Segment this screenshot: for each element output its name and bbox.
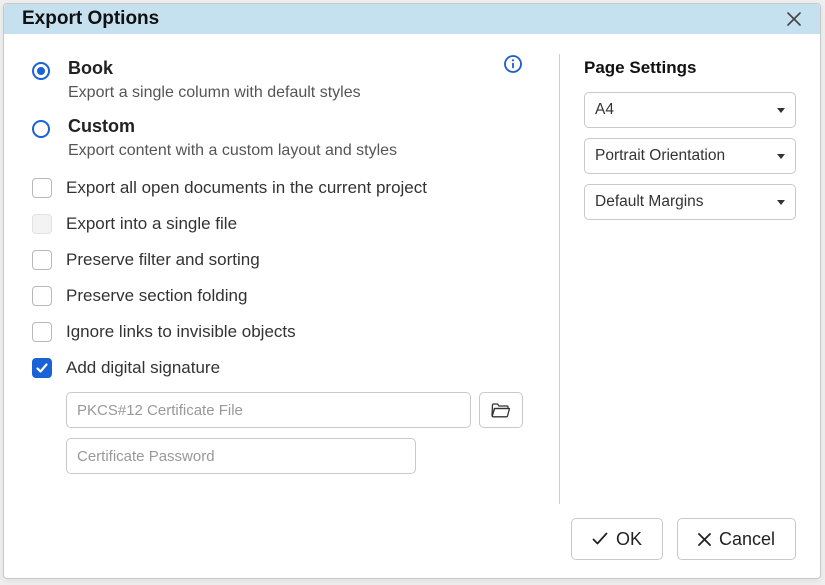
close-icon [698,533,711,546]
radio-icon [32,62,50,80]
page-settings-heading: Page Settings [584,58,796,78]
checkbox-icon [32,178,52,198]
folder-open-icon [491,402,511,418]
checkbox-preserve-folding[interactable]: Preserve section folding [32,278,523,314]
radio-book-label: Book [68,58,113,79]
checkbox-ignore-links-label: Ignore links to invisible objects [66,322,296,342]
cert-file-row [66,392,523,428]
checkbox-icon [32,286,52,306]
page-size-select[interactable]: A4 [584,92,796,128]
checkbox-add-signature-label: Add digital signature [66,358,220,378]
cancel-button-label: Cancel [719,529,775,550]
chevron-down-icon [777,108,785,113]
checkbox-ignore-links[interactable]: Ignore links to invisible objects [32,314,523,350]
signature-fields [66,392,523,474]
radio-custom[interactable]: Custom [32,112,523,140]
ok-button-label: OK [616,529,642,550]
cert-password-row [66,438,523,474]
checkbox-preserve-filter-label: Preserve filter and sorting [66,250,260,270]
close-icon [787,12,801,26]
browse-cert-button[interactable] [479,392,523,428]
checkbox-single-file[interactable]: Export into a single file [32,206,523,242]
checkbox-preserve-folding-label: Preserve section folding [66,286,247,306]
checkbox-preserve-filter[interactable]: Preserve filter and sorting [32,242,523,278]
radio-custom-desc: Export content with a custom layout and … [68,142,523,160]
checkbox-single-file-label: Export into a single file [66,214,237,234]
chevron-down-icon [777,154,785,159]
chevron-down-icon [777,200,785,205]
dialog-content: Book Export a single column with default… [4,34,820,518]
radio-book[interactable]: Book [32,54,523,82]
checkbox-icon [32,214,52,234]
checkmark-icon [35,361,49,375]
checkmark-icon [592,532,608,546]
titlebar: Export Options [4,4,820,34]
cert-password-input[interactable] [66,438,416,474]
cert-file-input[interactable] [66,392,471,428]
ok-button[interactable]: OK [571,518,663,560]
margins-value: Default Margins [595,193,704,211]
right-pane: Page Settings A4 Portrait Orientation De… [560,54,796,504]
checkbox-icon [32,250,52,270]
checkbox-export-all-label: Export all open documents in the current… [66,178,427,198]
info-button[interactable] [503,54,523,74]
checkbox-icon [32,322,52,342]
export-options-dialog: Export Options Book Export a single colu… [3,3,821,579]
margins-select[interactable]: Default Margins [584,184,796,220]
page-size-value: A4 [595,101,614,119]
orientation-value: Portrait Orientation [595,147,725,165]
cancel-button[interactable]: Cancel [677,518,796,560]
radio-book-desc: Export a single column with default styl… [68,84,523,102]
checkbox-icon [32,358,52,378]
dialog-footer: OK Cancel [4,518,820,578]
orientation-select[interactable]: Portrait Orientation [584,138,796,174]
checkbox-export-all[interactable]: Export all open documents in the current… [32,170,523,206]
left-pane: Book Export a single column with default… [32,54,559,504]
radio-icon [32,120,50,138]
radio-custom-label: Custom [68,116,135,137]
close-button[interactable] [782,7,806,31]
checkbox-add-signature[interactable]: Add digital signature [32,350,523,386]
dialog-title: Export Options [22,8,782,30]
info-icon [504,55,522,73]
